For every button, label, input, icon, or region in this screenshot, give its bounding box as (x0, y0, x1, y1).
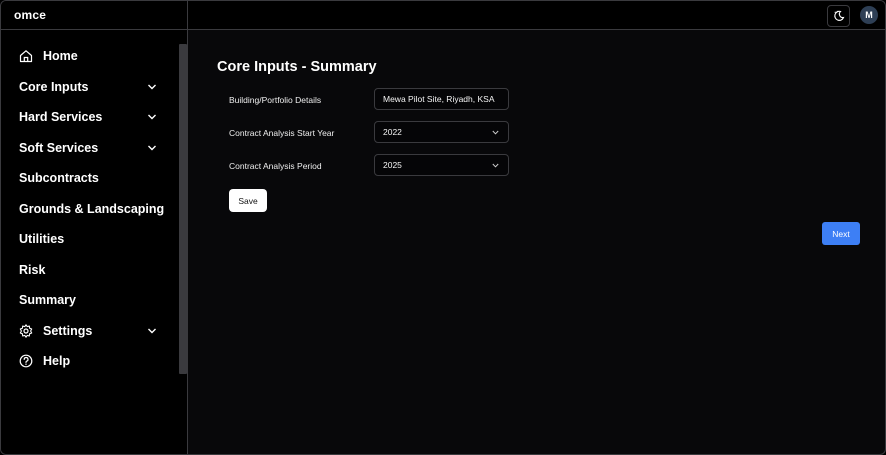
sidebar-item-risk[interactable]: Risk (1, 257, 171, 283)
sidebar-item-label: Subcontracts (19, 171, 99, 185)
sidebar-item-label: Utilities (19, 232, 65, 246)
gear-icon (19, 324, 33, 338)
analysis-period-value: 2025 (383, 160, 402, 170)
topbar-divider (187, 1, 188, 29)
chevron-down-icon (492, 130, 499, 135)
sidebar-item-grounds-landscaping[interactable]: Grounds & Landscaping (1, 196, 171, 222)
sidebar-item-core-inputs[interactable]: Core Inputs (1, 74, 171, 100)
sidebar: Home Core Inputs Hard Services Soft Serv… (1, 30, 188, 454)
analysis-period-select[interactable]: 2025 (374, 154, 509, 176)
start-year-value: 2022 (383, 127, 402, 137)
building-details-input[interactable]: Mewa Pilot Site, Riyadh, KSA (374, 88, 509, 110)
sidebar-item-soft-services[interactable]: Soft Services (1, 135, 171, 161)
chevron-down-icon (492, 163, 499, 168)
chevron-down-icon (148, 328, 156, 334)
sidebar-item-label: Summary (19, 293, 76, 307)
sidebar-item-utilities[interactable]: Utilities (1, 226, 171, 252)
chevron-down-icon (148, 114, 156, 120)
sidebar-item-subcontracts[interactable]: Subcontracts (1, 165, 171, 191)
sidebar-item-label: Help (43, 354, 71, 368)
next-button[interactable]: Next (822, 222, 860, 245)
theme-toggle-button[interactable] (827, 5, 850, 27)
sidebar-item-home[interactable]: Home (1, 43, 171, 69)
sidebar-item-label: Grounds & Landscaping (19, 202, 165, 216)
save-button[interactable]: Save (229, 189, 267, 212)
building-details-label: Building/Portfolio Details (229, 95, 322, 105)
moon-sun-icon (833, 10, 844, 21)
top-bar: omce M (1, 1, 885, 30)
chevron-down-icon (148, 145, 156, 151)
chevron-down-icon (148, 84, 156, 90)
help-circle-icon (19, 354, 33, 368)
sidebar-item-summary[interactable]: Summary (1, 287, 171, 313)
sidebar-item-label: Home (43, 49, 78, 63)
page-title: Core Inputs - Summary (217, 59, 377, 75)
sidebar-item-help[interactable]: Help (1, 348, 171, 374)
avatar[interactable]: M (860, 6, 878, 24)
sidebar-item-label: Settings (43, 324, 93, 338)
sidebar-item-settings[interactable]: Settings (1, 318, 171, 344)
brand-logo: omce (14, 8, 47, 22)
sidebar-item-hard-services[interactable]: Hard Services (1, 104, 171, 130)
sidebar-item-label: Soft Services (19, 141, 99, 155)
home-icon (19, 50, 33, 63)
analysis-period-label: Contract Analysis Period (229, 161, 322, 171)
sidebar-item-label: Core Inputs (19, 80, 89, 94)
sidebar-item-label: Hard Services (19, 110, 103, 124)
app-window: omce M Home Core Inputs Hard Services So… (0, 0, 886, 455)
building-details-value: Mewa Pilot Site, Riyadh, KSA (383, 94, 495, 104)
sidebar-item-label: Risk (19, 263, 46, 277)
start-year-label: Contract Analysis Start Year (229, 128, 335, 138)
start-year-select[interactable]: 2022 (374, 121, 509, 143)
sidebar-scrollbar[interactable] (179, 44, 187, 374)
